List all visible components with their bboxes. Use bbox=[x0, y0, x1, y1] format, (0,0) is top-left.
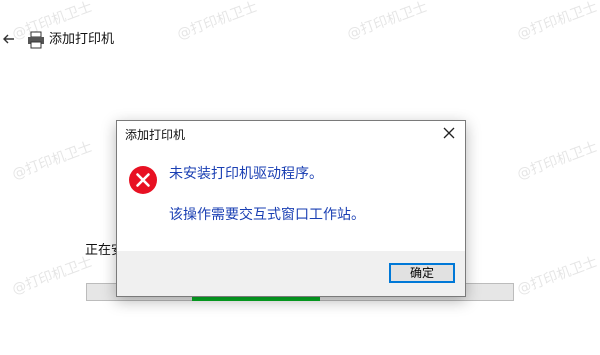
error-icon bbox=[128, 165, 158, 195]
ok-button[interactable]: 确定 bbox=[389, 263, 455, 283]
watermark: @打印机卫士 bbox=[515, 139, 600, 183]
close-icon[interactable] bbox=[441, 125, 457, 141]
page-title: 添加打印机 bbox=[49, 32, 115, 47]
error-message: 未安装打印机驱动程序。 bbox=[169, 166, 323, 182]
watermark: @打印机卫士 bbox=[515, 254, 600, 298]
printer-icon bbox=[26, 31, 46, 49]
watermark: @打印机卫士 bbox=[10, 139, 95, 183]
watermark: @打印机卫士 bbox=[10, 254, 95, 298]
back-arrow-icon[interactable] bbox=[2, 32, 18, 48]
dialog-footer: 确定 bbox=[117, 251, 465, 296]
window-header: 添加打印机 bbox=[0, 30, 600, 52]
dialog-title: 添加打印机 bbox=[125, 128, 186, 142]
error-dialog: 添加打印机 未安装打印机驱动程序。 该操作需要交互式窗口工作站。 确定 bbox=[116, 120, 466, 297]
error-detail: 该操作需要交互式窗口工作站。 bbox=[169, 207, 365, 223]
